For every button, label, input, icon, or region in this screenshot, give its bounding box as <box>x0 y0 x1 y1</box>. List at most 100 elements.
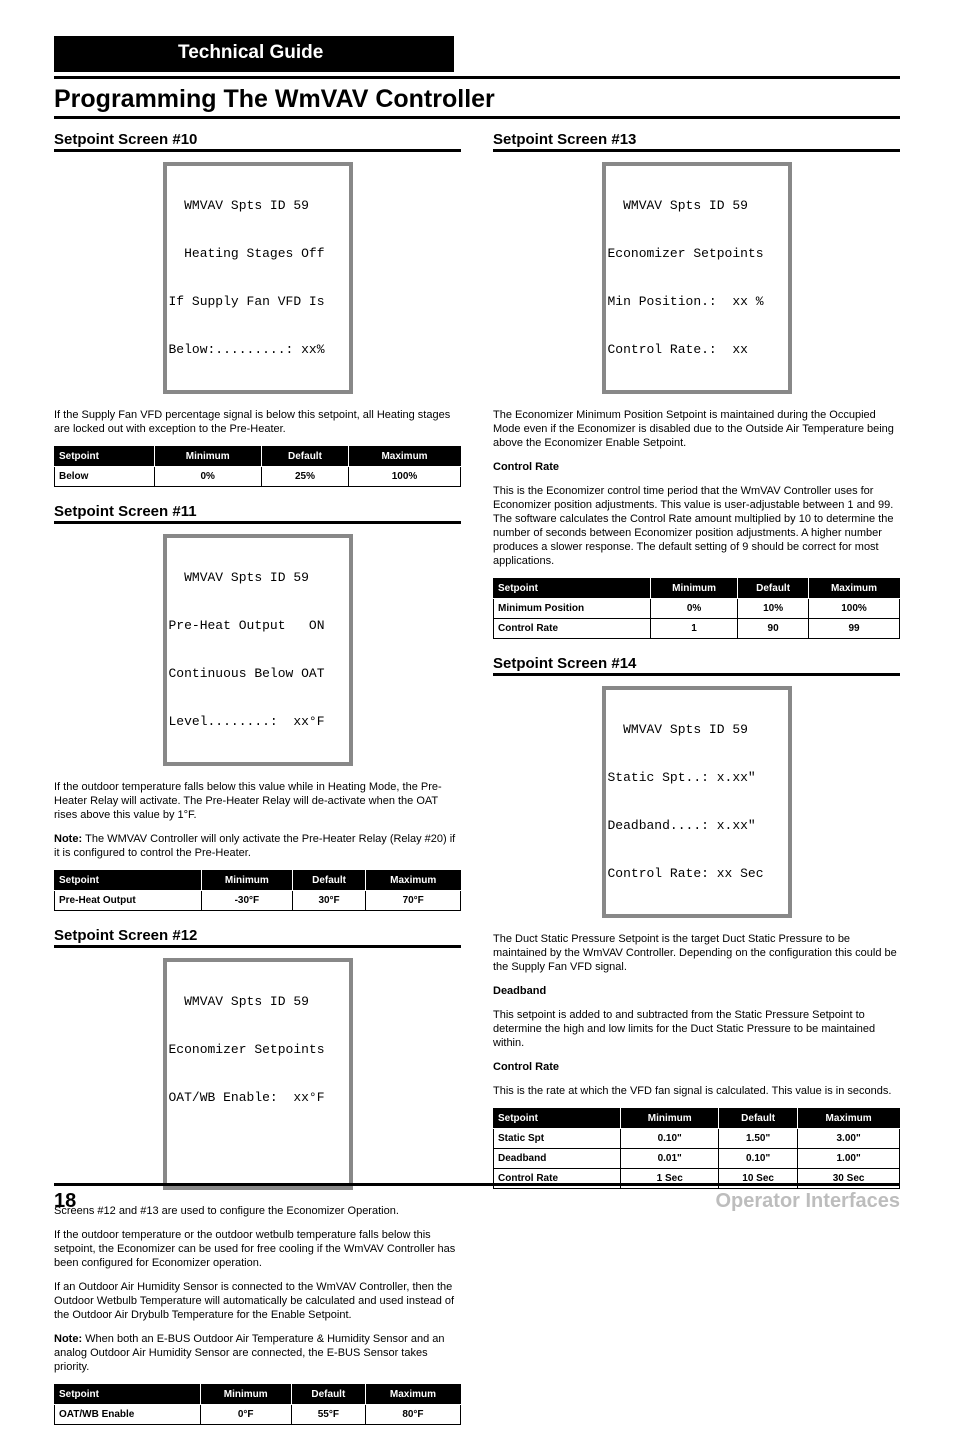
lcd-screen-13: WMVAV Spts ID 59 Economizer Setpoints Mi… <box>602 162 792 394</box>
lcd-line: Heating Stages Off <box>169 246 347 262</box>
lcd-screen-11: WMVAV Spts ID 59 Pre-Heat Output ON Cont… <box>163 534 353 766</box>
td: Minimum Position <box>494 599 651 619</box>
th: Setpoint <box>494 1109 621 1129</box>
td: 0% <box>154 467 261 487</box>
th: Maximum <box>809 579 900 599</box>
td: 70°F <box>366 891 461 911</box>
td: 100% <box>809 599 900 619</box>
lcd-line: WMVAV Spts ID 59 <box>169 994 347 1010</box>
table-14: Setpoint Minimum Default Maximum Static … <box>493 1108 900 1189</box>
para-11: If the outdoor temperature falls below t… <box>54 780 461 822</box>
th: Minimum <box>154 447 261 467</box>
td: Deadband <box>494 1149 621 1169</box>
lcd-line: WMVAV Spts ID 59 <box>608 722 786 738</box>
para-12b: If the outdoor temperature or the outdoo… <box>54 1228 461 1270</box>
right-column: Setpoint Screen #13 WMVAV Spts ID 59 Eco… <box>493 125 900 1441</box>
th: Maximum <box>366 871 461 891</box>
th: Minimum <box>650 579 737 599</box>
lcd-line: WMVAV Spts ID 59 <box>169 570 347 586</box>
td: 90 <box>738 619 809 639</box>
lcd-line: WMVAV Spts ID 59 <box>169 198 347 214</box>
header-bar: Technical Guide <box>54 36 454 72</box>
lcd-screen-12: WMVAV Spts ID 59 Economizer Setpoints OA… <box>163 958 353 1190</box>
header-guide-label: Technical Guide <box>178 42 323 63</box>
table-10: Setpoint Minimum Default Maximum Below 0… <box>54 446 461 487</box>
th: Setpoint <box>55 1385 201 1405</box>
subhead-14-ctrl: Control Rate <box>493 1060 900 1074</box>
lcd-line: WMVAV Spts ID 59 <box>608 198 786 214</box>
lcd-line: Min Position.: xx % <box>608 294 786 310</box>
subhead-label: Control Rate <box>493 1061 559 1073</box>
para-14b: This setpoint is added to and subtracted… <box>493 1008 900 1050</box>
td: 25% <box>261 467 348 487</box>
td: 1.50" <box>719 1129 798 1149</box>
lcd-line <box>169 1138 347 1154</box>
th: Default <box>719 1109 798 1129</box>
lcd-line: Control Rate.: xx <box>608 342 786 358</box>
td: Control Rate <box>494 619 651 639</box>
section-heading-10: Setpoint Screen #10 <box>54 131 461 152</box>
th: Minimum <box>200 1385 291 1405</box>
lcd-line: Level........: xx°F <box>169 714 347 730</box>
note-11-text: The WMVAV Controller will only activate … <box>54 833 455 859</box>
th: Maximum <box>349 447 461 467</box>
th: Default <box>738 579 809 599</box>
page-title: Programming The WmVAV Controller <box>54 85 900 114</box>
table-11: Setpoint Minimum Default Maximum Pre-Hea… <box>54 870 461 911</box>
td: 0.10" <box>621 1129 719 1149</box>
lcd-line: OAT/WB Enable: xx°F <box>169 1090 347 1106</box>
td: 80°F <box>365 1405 460 1425</box>
lcd-line: Pre-Heat Output ON <box>169 618 347 634</box>
td: Static Spt <box>494 1129 621 1149</box>
td: OAT/WB Enable <box>55 1405 201 1425</box>
lcd-line: If Supply Fan VFD Is <box>169 294 347 310</box>
para-12c: If an Outdoor Air Humidity Sensor is con… <box>54 1280 461 1322</box>
page-number: 18 <box>54 1190 76 1213</box>
lcd-line: Static Spt..: x.xx" <box>608 770 786 786</box>
td: 1 <box>650 619 737 639</box>
subhead-13-rate: Control Rate <box>493 460 900 474</box>
td: -30°F <box>202 891 293 911</box>
lcd-line: Economizer Setpoints <box>169 1042 347 1058</box>
section-heading-11: Setpoint Screen #11 <box>54 503 461 524</box>
footer-label: Operator Interfaces <box>715 1190 900 1213</box>
subhead-14-dead: Deadband <box>493 984 900 998</box>
th: Setpoint <box>55 447 155 467</box>
th: Setpoint <box>55 871 202 891</box>
section-heading-14: Setpoint Screen #14 <box>493 655 900 676</box>
td: 55°F <box>291 1405 365 1425</box>
th: Default <box>292 871 366 891</box>
td: 0% <box>650 599 737 619</box>
para-14a: The Duct Static Pressure Setpoint is the… <box>493 932 900 974</box>
section-heading-12: Setpoint Screen #12 <box>54 927 461 948</box>
footer: 18 Operator Interfaces <box>54 1183 900 1213</box>
th: Default <box>261 447 348 467</box>
para-10: If the Supply Fan VFD percentage signal … <box>54 408 461 436</box>
subhead-label: Control Rate <box>493 461 559 473</box>
lcd-line: Control Rate: xx Sec <box>608 866 786 882</box>
td: 10% <box>738 599 809 619</box>
td: 30°F <box>292 891 366 911</box>
th: Maximum <box>365 1385 460 1405</box>
note-11: Note: The WMVAV Controller will only act… <box>54 832 461 860</box>
header-rule <box>54 76 900 79</box>
subhead-label: Deadband <box>493 985 546 997</box>
lcd-line: Deadband....: x.xx" <box>608 818 786 834</box>
lcd-line: Below:.........: xx% <box>169 342 347 358</box>
th: Minimum <box>202 871 293 891</box>
lcd-line: Economizer Setpoints <box>608 246 786 262</box>
title-rule <box>54 116 900 119</box>
left-column: Setpoint Screen #10 WMVAV Spts ID 59 Hea… <box>54 125 461 1441</box>
th: Setpoint <box>494 579 651 599</box>
table-13: Setpoint Minimum Default Maximum Minimum… <box>493 578 900 639</box>
td: 3.00" <box>798 1129 900 1149</box>
section-heading-13: Setpoint Screen #13 <box>493 131 900 152</box>
lcd-screen-14: WMVAV Spts ID 59 Static Spt..: x.xx" Dea… <box>602 686 792 918</box>
th: Maximum <box>798 1109 900 1129</box>
td: 99 <box>809 619 900 639</box>
td: 100% <box>349 467 461 487</box>
th: Default <box>291 1385 365 1405</box>
lcd-line: Continuous Below OAT <box>169 666 347 682</box>
para-13b: This is the Economizer control time peri… <box>493 484 900 568</box>
td: Below <box>55 467 155 487</box>
